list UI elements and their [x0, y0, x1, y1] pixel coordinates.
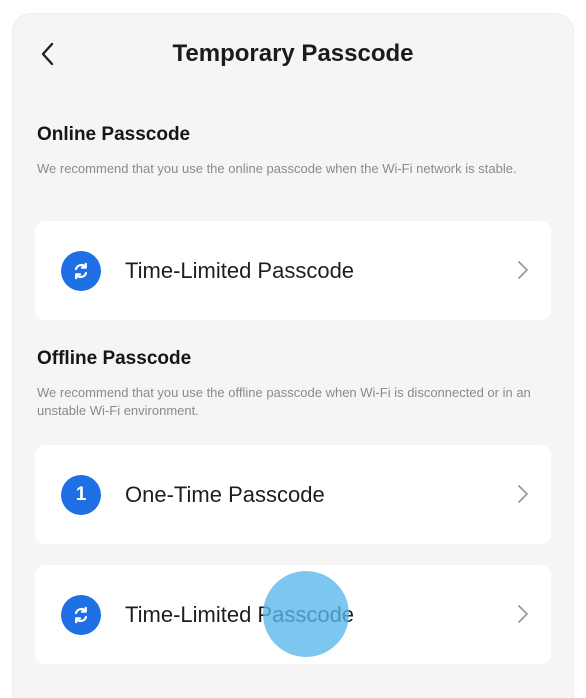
item-label: Time-Limited Passcode: [125, 602, 355, 627]
passcode-screen: Temporary Passcode Online Passcode We re…: [13, 14, 573, 698]
item-label: Time-Limited Passcode: [125, 258, 355, 283]
number-one-icon: 1: [61, 475, 101, 515]
one-time-passcode-item[interactable]: 1 One-Time Passcode: [35, 445, 551, 544]
online-section-description: We recommend that you use the online pas…: [37, 161, 517, 176]
offline-section-title: Offline Passcode: [37, 348, 192, 369]
online-time-limited-passcode-item[interactable]: Time-Limited Passcode: [35, 221, 551, 320]
item-label: One-Time Passcode: [125, 482, 325, 507]
offline-time-limited-passcode-item[interactable]: Time-Limited Passcode: [35, 565, 551, 664]
page-title: Temporary Passcode: [172, 40, 414, 67]
sync-icon: [61, 595, 101, 635]
chevron-right-icon: [518, 485, 528, 503]
chevron-right-icon: [518, 261, 528, 279]
header: Temporary Passcode: [13, 14, 573, 96]
online-section-title: Online Passcode: [37, 124, 191, 145]
chevron-right-icon: [518, 605, 528, 623]
sync-icon: [61, 251, 101, 291]
offline-section-description: We recommend that you use the offline pa…: [37, 385, 531, 418]
